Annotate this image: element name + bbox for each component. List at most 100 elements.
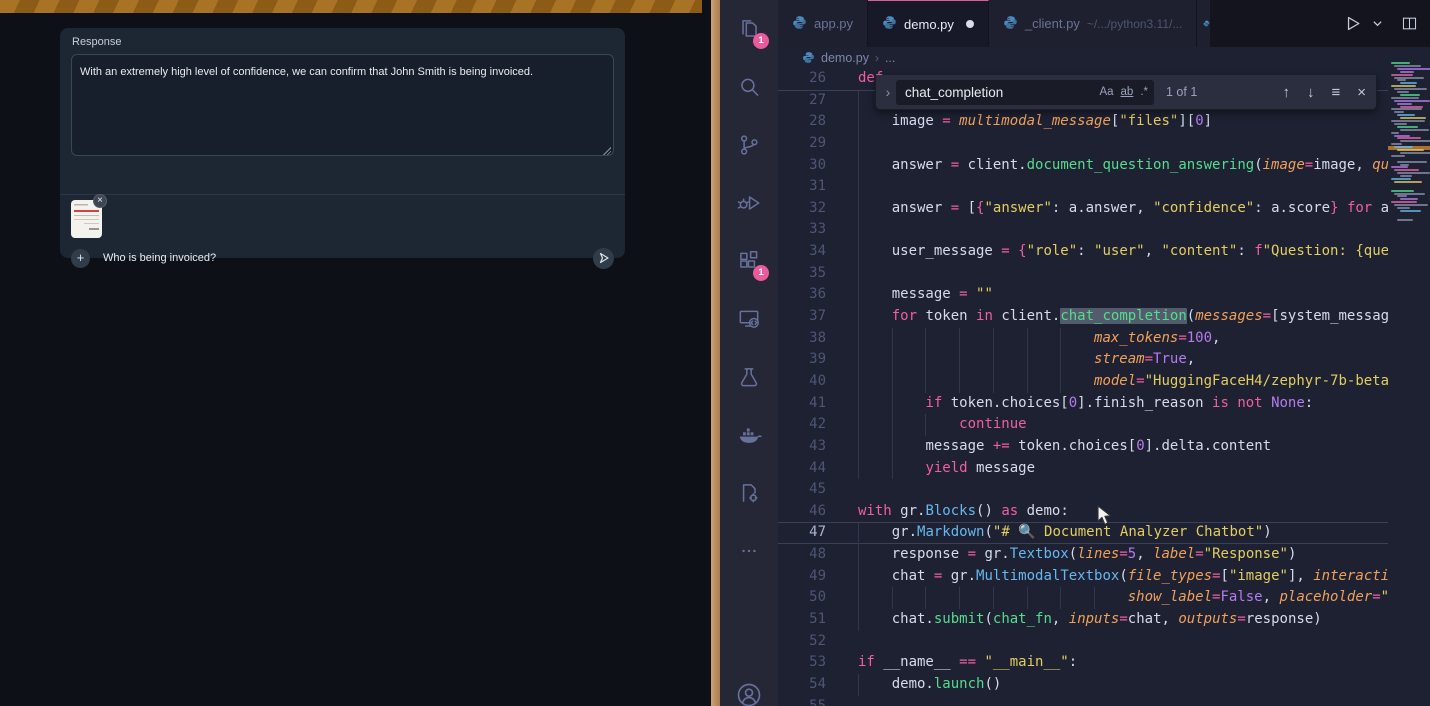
remote-explorer-icon[interactable] <box>720 290 778 348</box>
code-line-39[interactable]: 39 stream=True, <box>778 349 1388 371</box>
extensions-icon[interactable]: 1 <box>720 232 778 290</box>
line-content: message += token.choices[0].delta.conten… <box>858 436 1388 458</box>
find-input[interactable]: chat_completion Aa ab .* <box>896 80 1154 105</box>
code-line-31[interactable]: 31 <box>778 176 1388 198</box>
find-previous-button[interactable]: ↑ <box>1282 84 1290 101</box>
code-line-52[interactable]: 52 <box>778 631 1388 653</box>
code-line-42[interactable]: 42 continue <box>778 414 1388 436</box>
code-line-45[interactable]: 45 <box>778 479 1388 501</box>
code-line-30[interactable]: 30 answer = client.document_question_ans… <box>778 155 1388 177</box>
testing-icon[interactable] <box>720 348 778 406</box>
line-content <box>858 263 1388 285</box>
minimap-line <box>1397 79 1406 81</box>
code-editor[interactable]: 26def2728 image = multimodal_message["fi… <box>778 47 1430 706</box>
code-line-35[interactable]: 35 <box>778 263 1388 285</box>
code-line-46[interactable]: 46 with gr.Blocks() as demo: <box>778 501 1388 523</box>
task-runner-icon[interactable] <box>720 464 778 522</box>
run-dropdown-chevron-icon[interactable] <box>1370 16 1385 31</box>
code-line-32[interactable]: 32 answer = [{"answer": a.answer, "confi… <box>778 198 1388 220</box>
minimap-line <box>1400 198 1418 200</box>
code-line-55[interactable]: 55 <box>778 696 1388 706</box>
run-python-file-button[interactable] <box>1341 12 1364 35</box>
minimap-line <box>1391 155 1405 157</box>
code-line-38[interactable]: 38 max_tokens=100, <box>778 328 1388 350</box>
line-content: answer = client.document_question_answer… <box>858 155 1388 177</box>
line-content: with gr.Blocks() as demo: <box>858 501 1388 523</box>
response-textarea[interactable]: With an extremely high level of confiden… <box>71 54 614 156</box>
code-line-41[interactable]: 41 if token.choices[0].finish_reason is … <box>778 393 1388 415</box>
find-close-button[interactable]: × <box>1357 84 1366 101</box>
more-icon[interactable] <box>720 522 778 580</box>
code-line-34[interactable]: 34 user_message = {"role": "user", "cont… <box>778 241 1388 263</box>
code-line-44[interactable]: 44 yield message <box>778 458 1388 480</box>
minimap-line <box>1397 195 1407 197</box>
docker-icon[interactable] <box>720 406 778 464</box>
add-file-button[interactable]: + <box>71 249 90 268</box>
chat-input[interactable]: Who is being invoiced? <box>103 252 593 264</box>
line-number: 43 <box>778 436 826 458</box>
code-line-36[interactable]: 36 message = "" <box>778 284 1388 306</box>
line-content: gr.Markdown("# 🔍 Document Analyzer Chatb… <box>858 522 1388 544</box>
code-line-51[interactable]: 51 chat.submit(chat_fn, inputs=chat, out… <box>778 609 1388 631</box>
account-icon[interactable] <box>720 666 778 706</box>
line-number: 28 <box>778 111 826 133</box>
tab-demo-py[interactable]: demo.py <box>868 0 989 47</box>
minimap-line <box>1397 103 1412 105</box>
code-line-54[interactable]: 54 demo.launch() <box>778 674 1388 696</box>
modified-dot-icon[interactable] <box>966 20 974 28</box>
line-content: stream=True, <box>858 349 1388 371</box>
minimap-line <box>1397 126 1418 128</box>
code-line-43[interactable]: 43 message += token.choices[0].delta.con… <box>778 436 1388 458</box>
python-icon <box>882 15 897 33</box>
code-line-29[interactable]: 29 <box>778 133 1388 155</box>
code-line-47[interactable]: 47 gr.Markdown("# 🔍 Document Analyzer Ch… <box>778 522 1388 544</box>
code-line-53[interactable]: 53if __name__ == "__main__": <box>778 652 1388 674</box>
extensions-badge: 1 <box>753 265 769 281</box>
split-editor-button[interactable] <box>1399 13 1420 34</box>
activity-bar: 1 1 <box>720 0 778 706</box>
minimap-line <box>1394 146 1413 148</box>
line-content: model="HuggingFaceH4/zephyr-7b-beta"): <box>858 371 1388 393</box>
minimap-line <box>1397 207 1410 209</box>
tab-overflow-sliver[interactable] <box>1197 0 1210 47</box>
remove-attachment-button[interactable]: × <box>93 194 107 208</box>
tab-client-py[interactable]: _client.py ~/.../python3.11/... <box>989 0 1197 47</box>
code-line-48[interactable]: 48 response = gr.Textbox(lines=5, label=… <box>778 544 1388 566</box>
run-and-debug-icon[interactable] <box>720 174 778 232</box>
source-control-icon[interactable] <box>720 116 778 174</box>
minimap[interactable] <box>1388 47 1430 706</box>
code-line-50[interactable]: 50 show_label=False, placeholder="Who is… <box>778 587 1388 609</box>
find-expand-chevron-icon[interactable]: › <box>880 84 896 100</box>
code-line-28[interactable]: 28 image = multimodal_message["files"][0… <box>778 111 1388 133</box>
line-number: 52 <box>778 631 826 653</box>
code-line-49[interactable]: 49 chat = gr.MultimodalTextbox(file_type… <box>778 566 1388 588</box>
minimap-line <box>1394 135 1410 137</box>
code-line-37[interactable]: 37 for token in client.chat_completion(m… <box>778 306 1388 328</box>
window-resize-divider[interactable] <box>711 0 720 706</box>
search-icon[interactable] <box>720 58 778 116</box>
find-next-button[interactable]: ↓ <box>1307 84 1315 101</box>
response-panel: Response With an extremely high level of… <box>60 28 625 258</box>
line-number: 41 <box>778 393 826 415</box>
line-number: 53 <box>778 652 826 674</box>
code-line-40[interactable]: 40 model="HuggingFaceH4/zephyr-7b-beta")… <box>778 371 1388 393</box>
regex-toggle[interactable]: .* <box>1140 86 1148 98</box>
editor-actions <box>1341 0 1430 47</box>
minimap-line <box>1400 210 1421 212</box>
line-number: 50 <box>778 587 826 609</box>
line-number: 46 <box>778 501 826 523</box>
match-case-toggle[interactable]: Aa <box>1099 86 1113 98</box>
line-content <box>858 219 1388 241</box>
code-line-33[interactable]: 33 <box>778 219 1388 241</box>
tab-app-py[interactable]: app.py <box>778 0 868 47</box>
send-button[interactable] <box>593 248 614 269</box>
find-in-selection-button[interactable]: ≡ <box>1331 84 1340 101</box>
tab-label: app.py <box>814 16 853 31</box>
minimap-line <box>1394 65 1421 67</box>
find-query[interactable]: chat_completion <box>905 85 1092 100</box>
line-number: 31 <box>778 176 826 198</box>
line-number: 48 <box>778 544 826 566</box>
explorer-icon[interactable]: 1 <box>720 0 778 58</box>
whole-word-toggle[interactable]: ab <box>1121 86 1134 98</box>
line-content: show_label=False, placeholder="Who is be… <box>858 587 1388 609</box>
